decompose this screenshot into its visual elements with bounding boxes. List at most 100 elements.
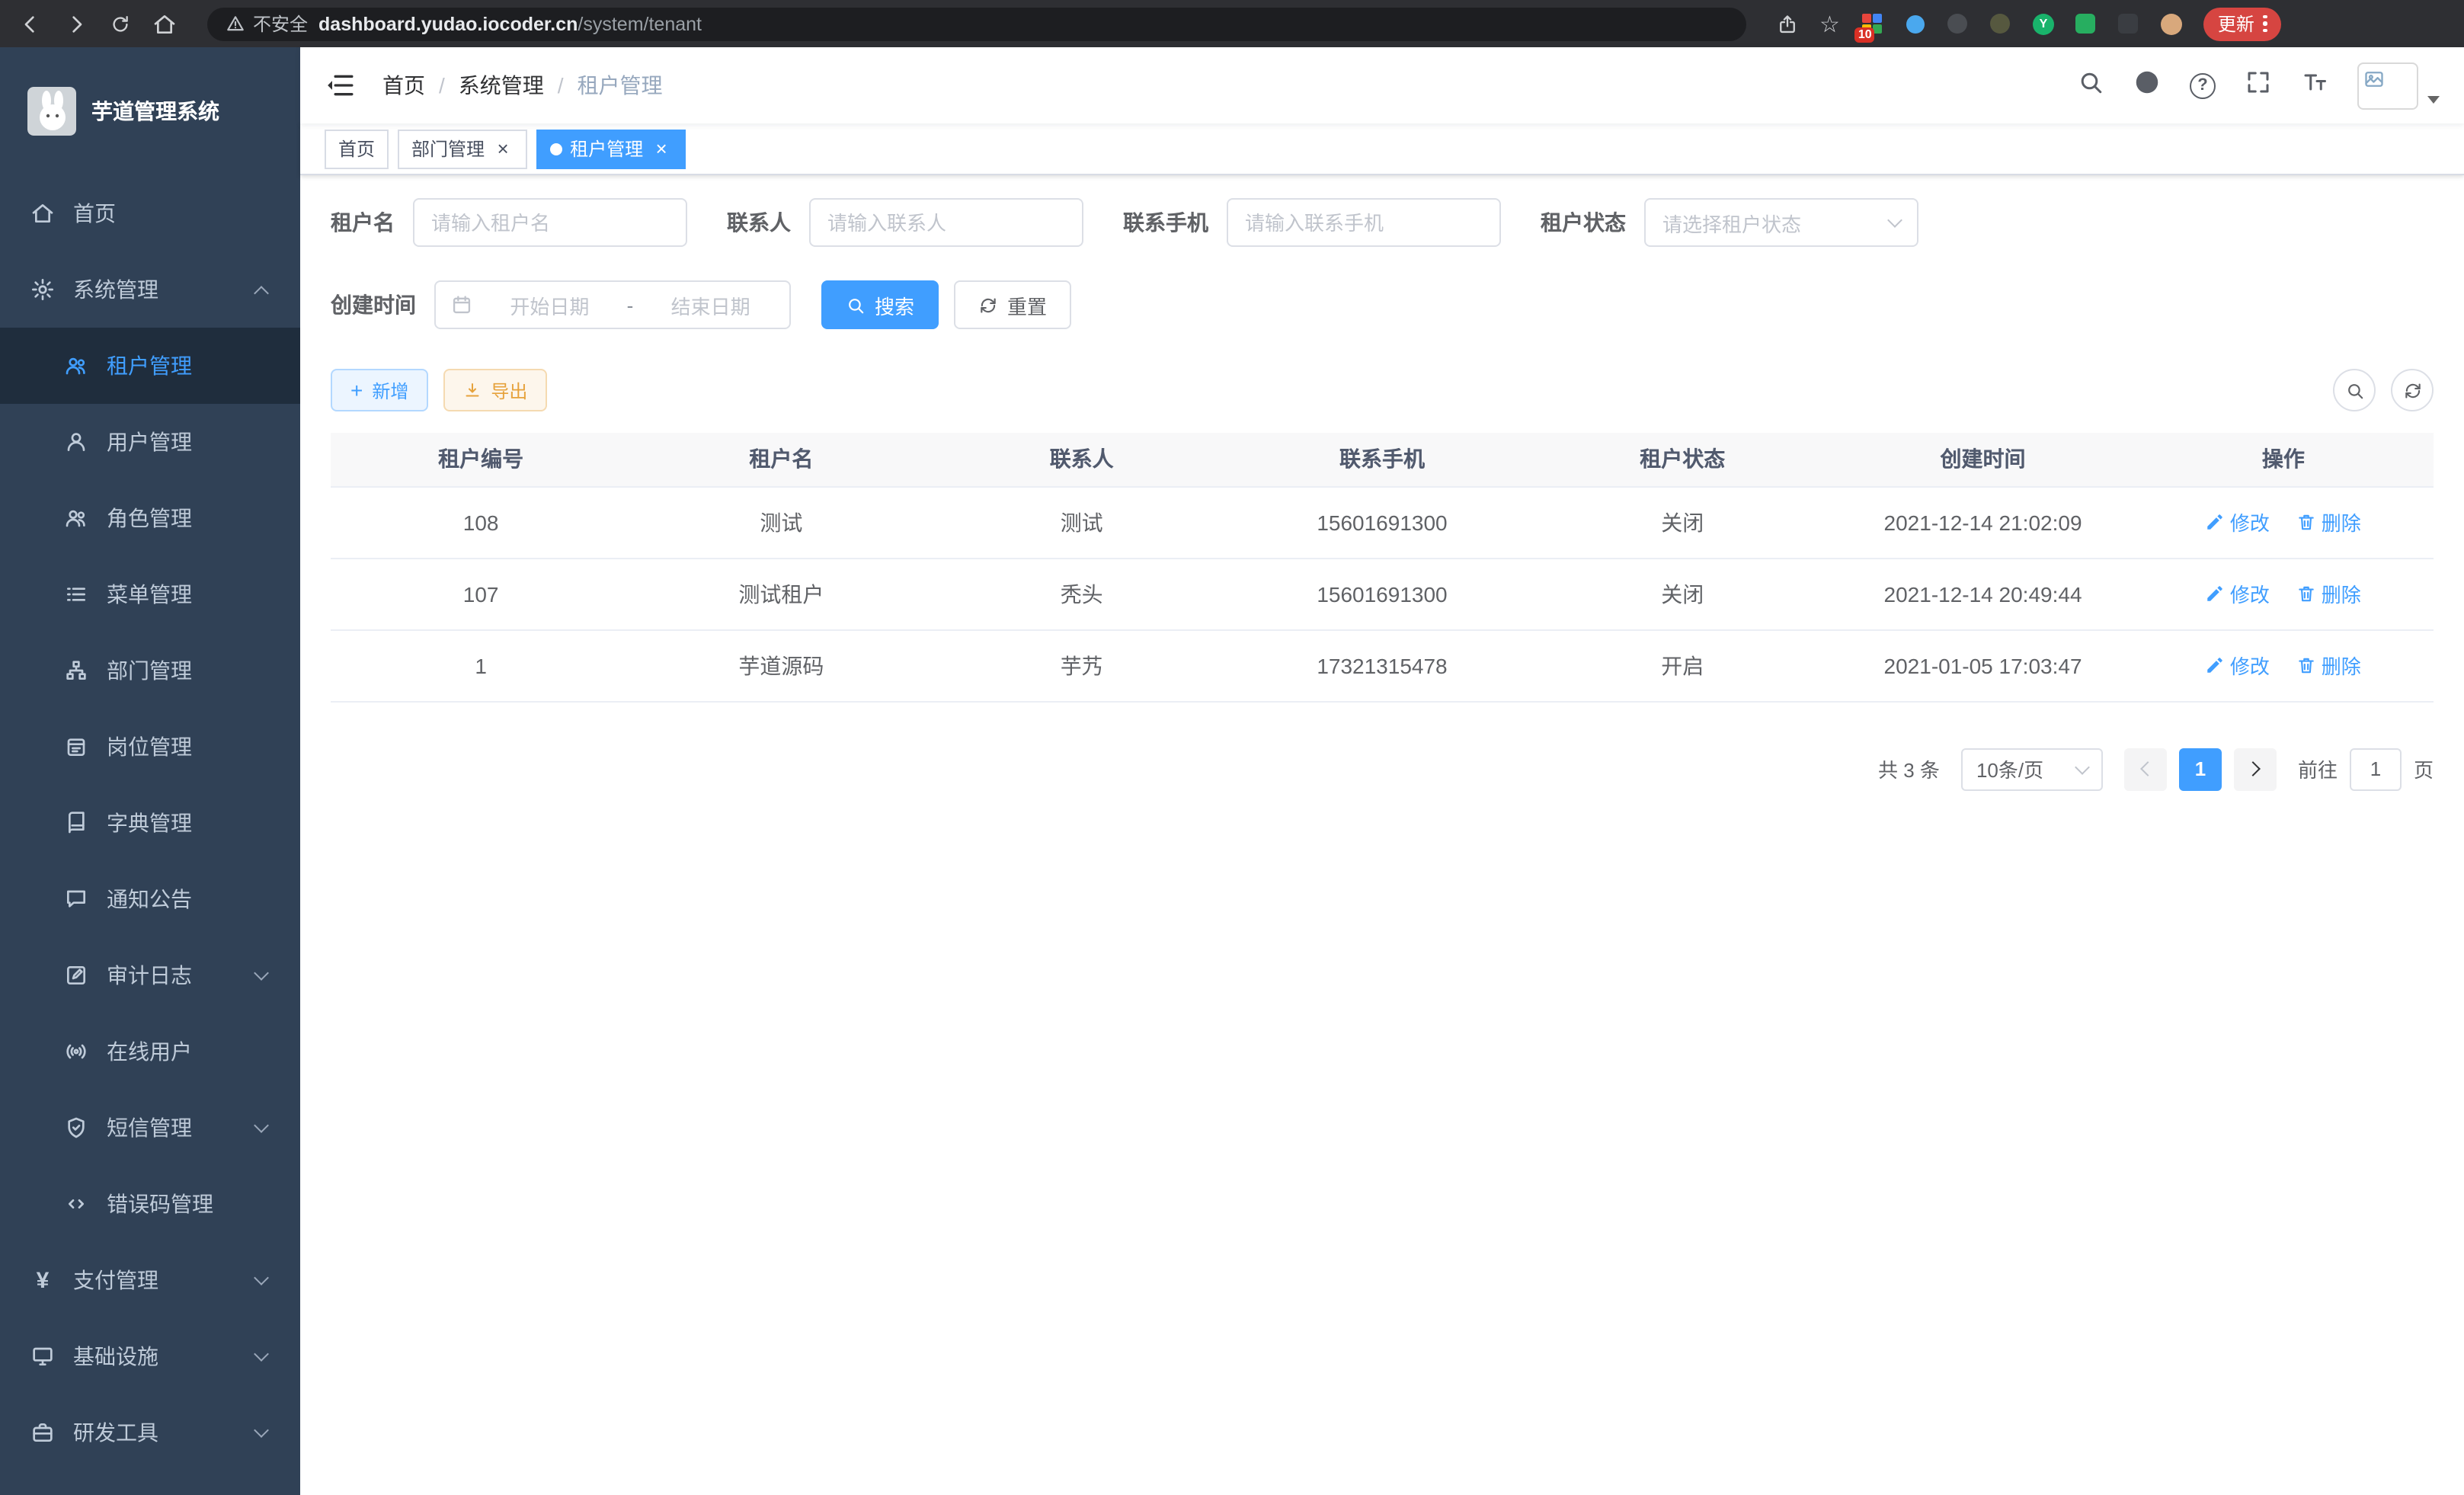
browser-home-icon[interactable] (152, 11, 177, 36)
sidebar-item-user[interactable]: 用户管理 (0, 404, 300, 480)
screen: 不安全 dashboard.yudao.iocoder.cn/system/te… (0, 0, 2464, 1495)
extension-icon[interactable] (2075, 12, 2098, 35)
tab-label: 部门管理 (411, 136, 485, 162)
tab-tenant[interactable]: 租户管理 × (536, 129, 686, 168)
sidebar-item-dept[interactable]: 部门管理 (0, 632, 300, 709)
tenant-name-input[interactable] (413, 198, 687, 247)
share-icon[interactable] (1777, 13, 1798, 34)
sidebar-item-infra[interactable]: 基础设施 (0, 1318, 300, 1394)
user-icon (64, 430, 88, 454)
table-header-row: 租户编号 租户名 联系人 联系手机 租户状态 创建时间 操作 (331, 433, 2434, 486)
sidebar-item-menu[interactable]: 菜单管理 (0, 556, 300, 632)
edit-link[interactable]: 修改 (2206, 651, 2270, 680)
address-bar[interactable]: 不安全 dashboard.yudao.iocoder.cn/system/te… (207, 7, 1746, 40)
user-avatar-menu[interactable] (2357, 62, 2440, 109)
fullscreen-icon[interactable] (2245, 68, 2272, 103)
extension-icon[interactable]: 10 (1861, 12, 1884, 35)
security-indicator[interactable]: 不安全 (226, 11, 308, 37)
sidebar-item-devtools[interactable]: 研发工具 (0, 1394, 300, 1471)
extension-icon[interactable] (1947, 12, 1970, 35)
phone-input[interactable] (1227, 198, 1501, 247)
tab-home[interactable]: 首页 (325, 129, 389, 168)
cell-created: 2021-12-14 20:49:44 (1832, 558, 2133, 629)
goto-label: 前往 (2298, 754, 2338, 783)
page-size-select[interactable]: 10条/页 (1961, 748, 2103, 790)
github-icon[interactable] (2133, 68, 2161, 103)
page-size-value: 10条/页 (1976, 754, 2043, 783)
sidebar-item-dict[interactable]: 字典管理 (0, 785, 300, 861)
extension-icon[interactable] (1989, 12, 2012, 35)
calendar-icon (451, 294, 472, 315)
avatar[interactable] (2357, 62, 2418, 109)
sidebar-item-online-user[interactable]: 在线用户 (0, 1013, 300, 1090)
next-page-button[interactable] (2234, 748, 2277, 790)
status-select[interactable]: 请选择租户状态 (1644, 198, 1918, 247)
sidebar-collapse-icon[interactable] (325, 70, 355, 101)
pagination: 共 3 条 10条/页 1 前往 页 (331, 748, 2434, 790)
toggle-search-button[interactable] (2333, 369, 2376, 411)
cell-actions: 修改 删除 (2133, 558, 2434, 629)
cell-id: 108 (331, 486, 631, 558)
extension-icon[interactable]: Y (2032, 12, 2055, 35)
sidebar-item-errorcode[interactable]: 错误码管理 (0, 1166, 300, 1242)
sidebar-item-label: 基础设施 (73, 1341, 158, 1372)
sidebar-menu: 首页 系统管理 租户管理 用户管理 角色管理 (0, 175, 300, 1471)
extension-icon[interactable] (2160, 12, 2183, 35)
sidebar-item-system[interactable]: 系统管理 (0, 251, 300, 328)
delete-link[interactable]: 删除 (2297, 579, 2361, 608)
export-button[interactable]: 导出 (443, 369, 547, 411)
sidebar-item-post[interactable]: 岗位管理 (0, 709, 300, 785)
filter-form-row-2: 创建时间 开始日期 - 结束日期 搜索 重置 (331, 280, 2434, 329)
date-end-placeholder: 结束日期 (647, 290, 774, 319)
goto-page-input[interactable] (2350, 748, 2402, 790)
page-number-current[interactable]: 1 (2179, 748, 2222, 790)
page-content: 租户名 联系人 联系手机 租户状态 请选择租户状态 (300, 175, 2464, 1495)
close-icon[interactable]: × (492, 138, 514, 159)
tab-dept[interactable]: 部门管理 × (398, 129, 527, 168)
close-icon[interactable]: × (651, 138, 672, 159)
date-range-picker[interactable]: 开始日期 - 结束日期 (434, 280, 791, 329)
sidebar-item-notice[interactable]: 通知公告 (0, 861, 300, 937)
refresh-table-button[interactable] (2391, 369, 2434, 411)
chrome-update-button[interactable]: 更新 (2204, 7, 2281, 40)
add-button[interactable]: + 新增 (331, 369, 428, 411)
chevron-down-icon (254, 1346, 269, 1361)
sidebar-item-pay[interactable]: ¥ 支付管理 (0, 1242, 300, 1318)
sidebar-item-sms[interactable]: 短信管理 (0, 1090, 300, 1166)
browser-forward-icon[interactable] (64, 11, 88, 36)
app-logo[interactable]: 芋道管理系统 (0, 47, 300, 175)
sidebar-item-audit-log[interactable]: 审计日志 (0, 937, 300, 1013)
yen-icon: ¥ (30, 1267, 55, 1293)
tab-label: 首页 (338, 136, 375, 162)
delete-link[interactable]: 删除 (2297, 507, 2361, 536)
search-icon (846, 295, 866, 315)
sidebar-item-label: 通知公告 (107, 884, 192, 914)
breadcrumb-item[interactable]: 首页 (382, 70, 425, 101)
help-icon[interactable]: ? (2190, 72, 2216, 98)
sidebar-item-label: 岗位管理 (107, 731, 192, 762)
prev-page-button[interactable] (2124, 748, 2167, 790)
cell-name: 芋道源码 (631, 629, 931, 701)
contact-input[interactable] (809, 198, 1083, 247)
bookmark-star-icon[interactable]: ☆ (1819, 10, 1840, 37)
sidebar-item-role[interactable]: 角色管理 (0, 480, 300, 556)
trash-icon (2297, 584, 2317, 603)
header-search-icon[interactable] (2077, 68, 2104, 103)
search-button[interactable]: 搜索 (821, 280, 939, 329)
browser-back-icon[interactable] (18, 11, 43, 36)
sidebar-item-tenant[interactable]: 租户管理 (0, 328, 300, 404)
extension-icon[interactable] (2117, 12, 2140, 35)
edit-link[interactable]: 修改 (2206, 507, 2270, 536)
delete-link[interactable]: 删除 (2297, 651, 2361, 680)
tree-icon (64, 658, 88, 683)
browser-menu-icon[interactable] (2264, 15, 2267, 33)
extension-icon[interactable] (1904, 12, 1927, 35)
edit-link[interactable]: 修改 (2206, 579, 2270, 608)
browser-reload-icon[interactable] (110, 13, 131, 34)
font-size-icon[interactable] (2301, 68, 2328, 103)
breadcrumb-item[interactable]: 系统管理 (459, 70, 544, 101)
reset-button[interactable]: 重置 (954, 280, 1071, 329)
sidebar-item-home[interactable]: 首页 (0, 175, 300, 251)
reset-button-label: 重置 (1007, 290, 1047, 319)
cell-name: 测试租户 (631, 558, 931, 629)
